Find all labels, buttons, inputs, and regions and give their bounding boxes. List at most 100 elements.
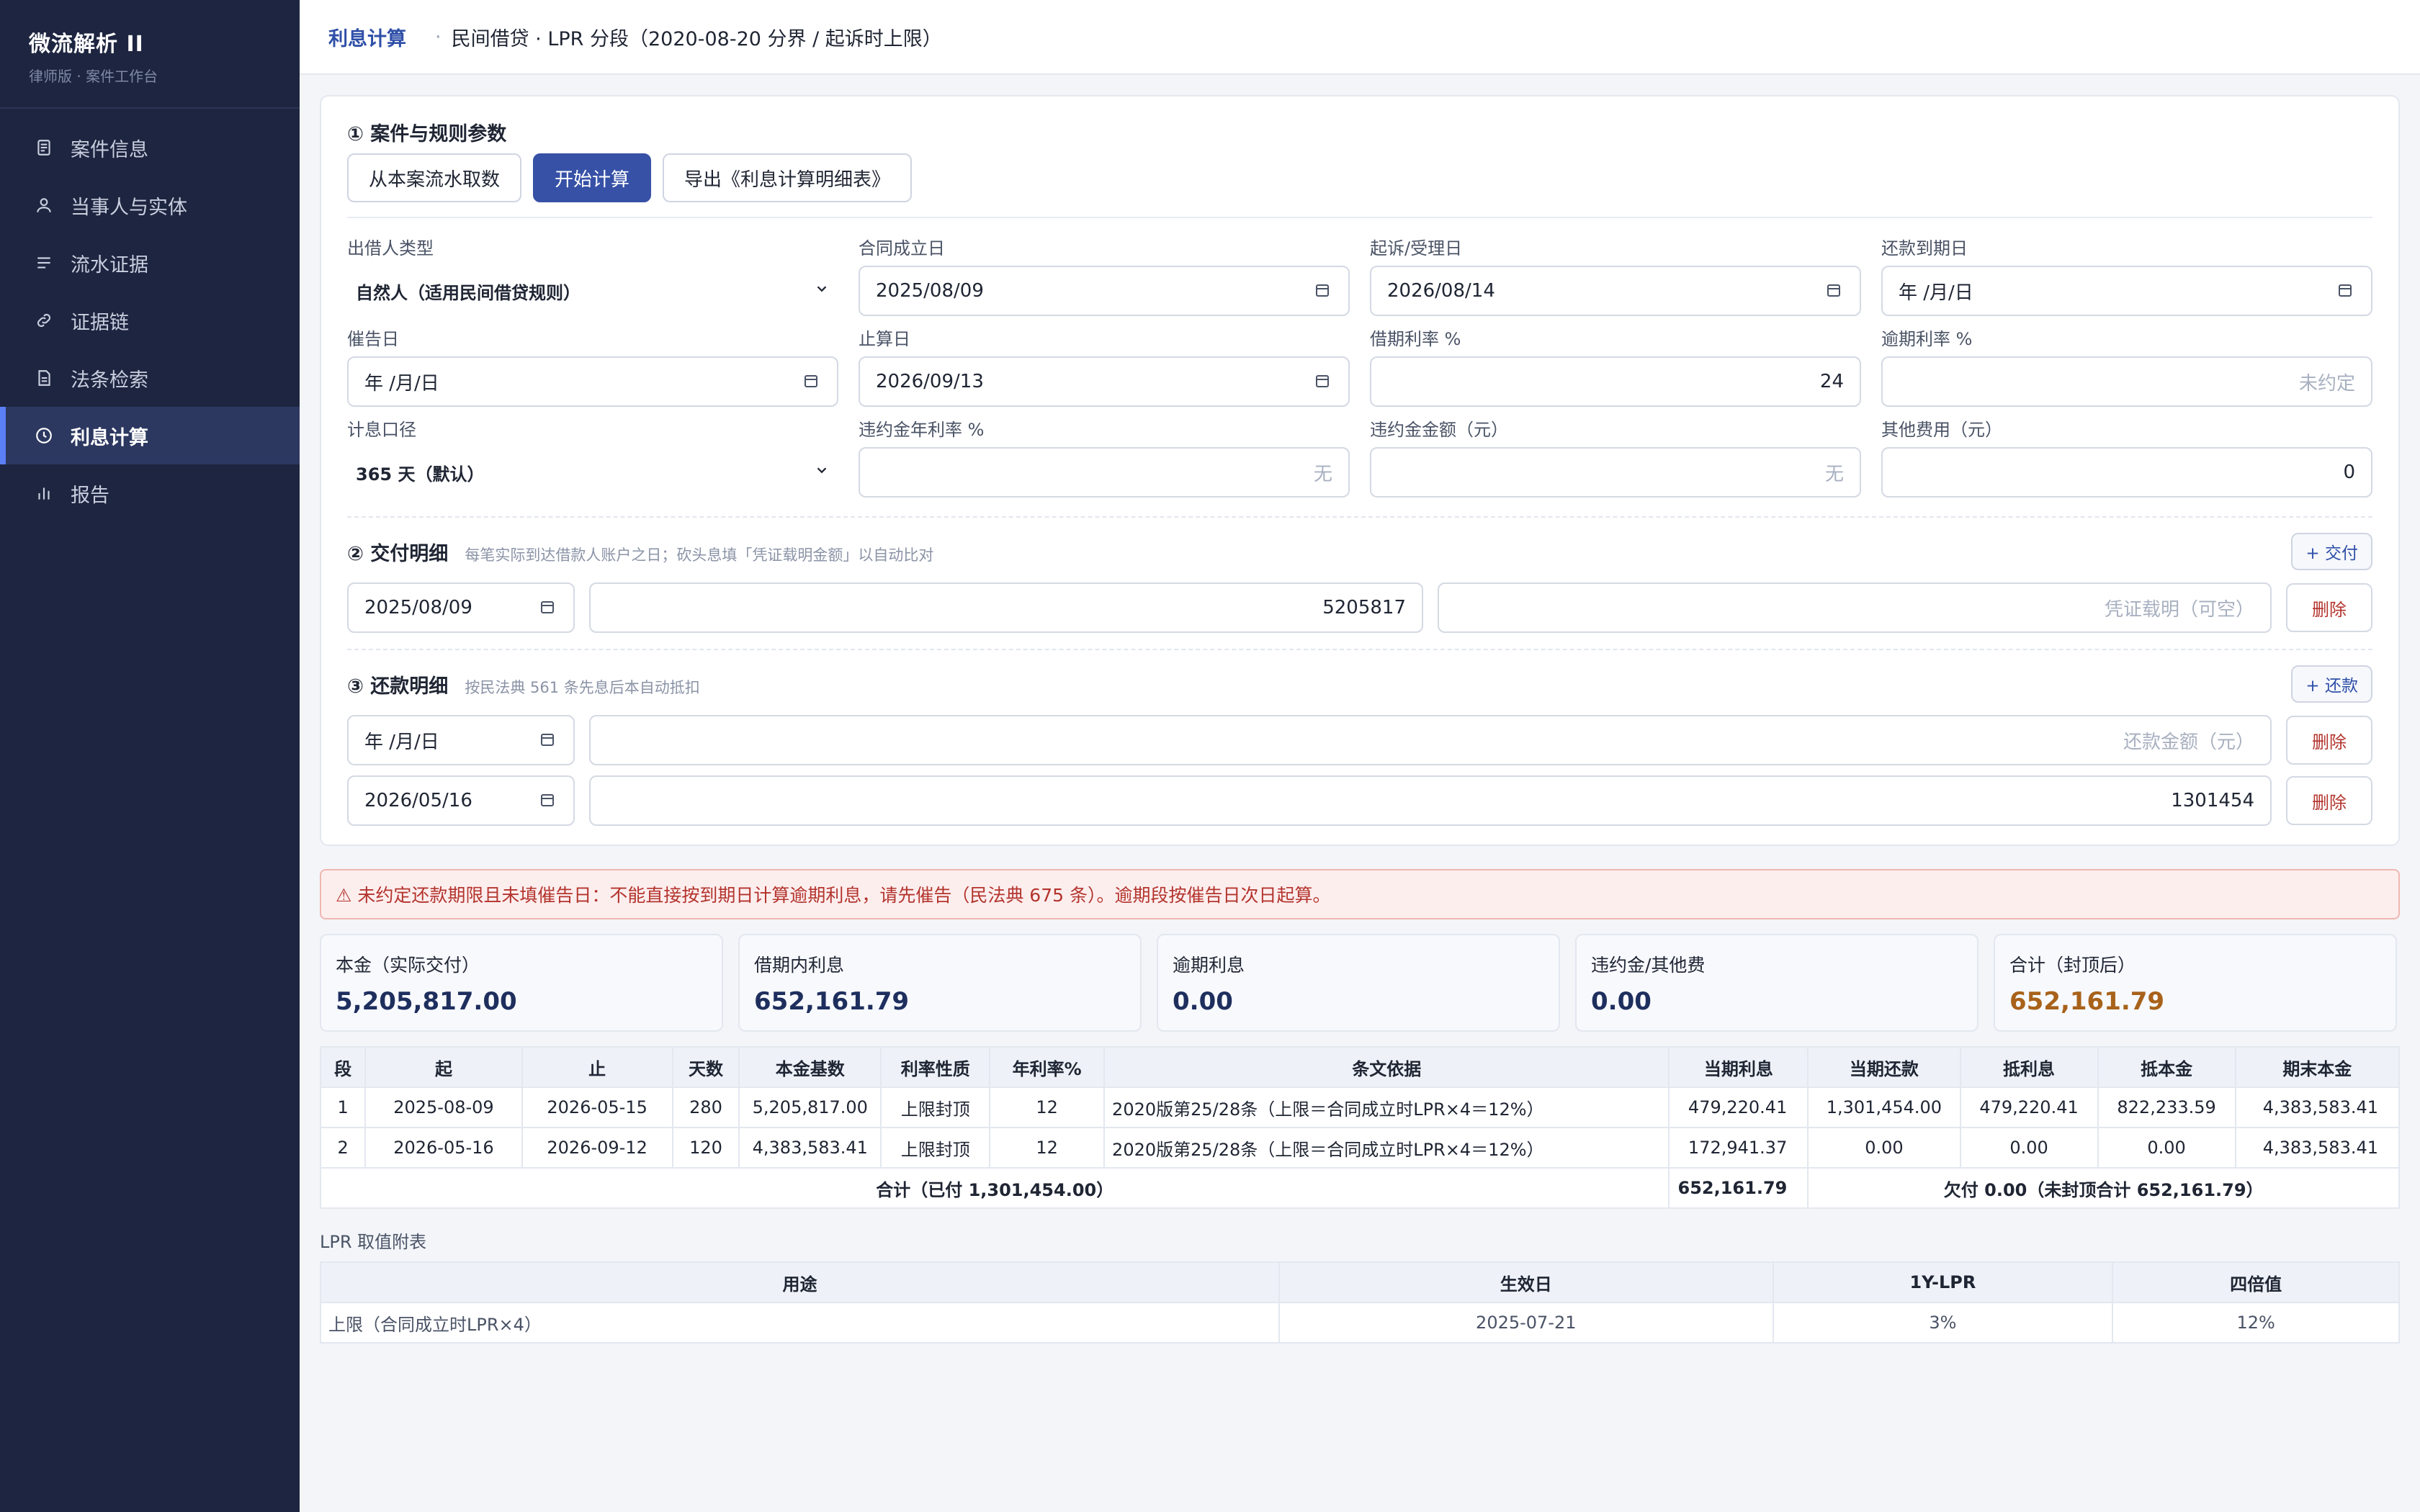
lender-type-select[interactable]: 自然人（适用民间借贷规则）: [347, 266, 838, 316]
table-row: 上限（合同成立时LPR×4） 2025-07-21 3% 12%: [319, 1302, 2400, 1344]
sidebar-item-chain[interactable]: 证据链: [0, 292, 300, 349]
basis-select[interactable]: 365 天（默认）: [347, 447, 838, 498]
sidebar-item-case-info[interactable]: 案件信息: [0, 119, 300, 176]
calendar-icon[interactable]: [2336, 282, 2355, 300]
field-label: 还款到期日: [1881, 238, 1968, 258]
repayment-date-input[interactable]: 年 /月/日: [347, 715, 575, 765]
calendar-icon[interactable]: [539, 731, 557, 750]
field-label: 计息口径: [347, 420, 416, 440]
repayment-amount-input[interactable]: 还款金额（元）: [589, 715, 2272, 765]
table-cell: 120: [671, 1127, 740, 1169]
field-penalty-rate: 违约金年利率 % 无: [859, 417, 1350, 498]
chevron-down-icon: [814, 462, 830, 482]
repayment-date-input[interactable]: 2026/05/16: [347, 775, 575, 826]
table-cell: 12: [989, 1086, 1106, 1128]
delete-button[interactable]: 删除: [2286, 583, 2372, 632]
table-cell: 2026-05-16: [364, 1127, 523, 1169]
table-cell: 4,383,583.41: [2234, 1086, 2401, 1128]
table-header: 当期利息: [1668, 1046, 1809, 1088]
delivery-date-input[interactable]: 2025/08/09: [347, 582, 575, 633]
input-value: 年 /月/日: [1899, 282, 1973, 304]
end-date-input[interactable]: 2026/09/13: [859, 356, 1350, 407]
field-lender-type: 出借人类型 自然人（适用民间借贷规则）: [347, 235, 838, 316]
sidebar-item-interest[interactable]: 利息计算: [0, 407, 300, 464]
demand-date-input[interactable]: 年 /月/日: [347, 356, 838, 407]
rate-input[interactable]: 24: [1370, 356, 1861, 407]
calendar-icon[interactable]: [1314, 282, 1332, 300]
select-value: 自然人（适用民间借贷规则）: [356, 282, 581, 303]
breadcrumb: 利息计算 · 民间借贷 · LPR 分段（2020-08-20 分界 / 起诉时…: [300, 0, 2420, 75]
input-value: 0: [2343, 462, 2355, 483]
table-header-row: 段 起 止 天数 本金基数 利率性质 年利率% 条文依据 当期利息 当期还款 抵…: [319, 1046, 2401, 1088]
select-value: 365 天（默认）: [356, 464, 485, 485]
table-header: 止: [521, 1046, 673, 1088]
input-placeholder: 未约定: [2298, 372, 2355, 395]
field-contract-date: 合同成立日 2025/08/09: [859, 235, 1350, 316]
input-value: 2025/08/09: [364, 597, 472, 618]
due-date-input[interactable]: 年 /月/日: [1881, 266, 2372, 316]
voucher-amount-input[interactable]: 凭证载明（可空）: [1438, 582, 2272, 633]
table-cell: 4,383,583.41: [2234, 1127, 2401, 1169]
delete-button[interactable]: 删除: [2286, 716, 2372, 765]
total-label: 合计（已付 1,301,454.00）: [319, 1167, 1670, 1209]
params-card: ① 案件与规则参数 从本案流水取数 开始计算 导出《利息计算明细表》 出借人类型…: [320, 95, 2400, 846]
other-fee-input[interactable]: 0: [1881, 447, 2372, 498]
page-title[interactable]: 利息计算: [328, 23, 406, 51]
sidebar-item-report[interactable]: 报告: [0, 464, 300, 522]
field-suit-date: 起诉/受理日 2026/08/14: [1370, 235, 1861, 316]
calendar-icon[interactable]: [539, 598, 557, 617]
table-cell: 0.00: [1807, 1127, 1961, 1169]
table-header-row: 用途 生效日 1Y-LPR 四倍值: [319, 1261, 2400, 1303]
stat-total: 合计（封顶后） 652,161.79: [1994, 934, 2397, 1032]
table-header: 当期还款: [1807, 1046, 1961, 1088]
sidebar-item-label: 流水证据: [71, 253, 148, 276]
table-header: 期末本金: [2234, 1046, 2401, 1088]
field-label: 催告日: [347, 329, 399, 349]
table-cell: 上限封顶: [880, 1086, 991, 1128]
section-title-delivery: ② 交付明细: [347, 542, 449, 565]
sidebar-item-parties[interactable]: 当事人与实体: [0, 176, 300, 234]
table-header: 天数: [671, 1046, 740, 1088]
stat-value: 0.00: [1591, 987, 1652, 1016]
start-calc-button[interactable]: 开始计算: [533, 153, 652, 202]
calendar-icon[interactable]: [539, 791, 557, 810]
table-header: 四倍值: [2112, 1261, 2400, 1303]
export-button[interactable]: 导出《利息计算明细表》: [663, 153, 913, 202]
overdue-rate-input[interactable]: 未约定: [1881, 356, 2372, 407]
main-area: 利息计算 · 民间借贷 · LPR 分段（2020-08-20 分界 / 起诉时…: [300, 0, 2420, 1512]
repayment-amount-input[interactable]: 1301454: [589, 775, 2272, 826]
field-other-fee: 其他费用（元） 0: [1881, 417, 2372, 498]
penalty-amount-input[interactable]: 无: [1370, 447, 1861, 498]
table-row: 2 2026-05-16 2026-09-12 120 4,383,583.41…: [319, 1127, 2401, 1169]
calendar-icon[interactable]: [1825, 282, 1844, 300]
list-icon: [35, 253, 53, 272]
delete-button[interactable]: 删除: [2286, 776, 2372, 825]
fetch-from-flow-button[interactable]: 从本案流水取数: [347, 153, 522, 202]
section-hint-repayment: 按民法典 561 条先息后本自动抵扣: [465, 678, 700, 696]
add-delivery-button[interactable]: + 交付: [2291, 533, 2372, 570]
table-header: 生效日: [1278, 1261, 1774, 1303]
field-label: 合同成立日: [859, 238, 945, 258]
stat-penalty: 违约金/其他费 0.00: [1575, 934, 1978, 1032]
calendar-icon[interactable]: [802, 372, 821, 391]
sidebar-item-law-search[interactable]: 法条检索: [0, 349, 300, 407]
table-cell: 479,220.41: [1668, 1086, 1809, 1128]
field-label: 其他费用（元）: [1881, 420, 2002, 440]
table-cell: 3%: [1772, 1302, 2114, 1344]
sidebar-item-evidence[interactable]: 流水证据: [0, 234, 300, 292]
penalty-rate-input[interactable]: 无: [859, 447, 1350, 498]
action-buttons: 从本案流水取数 开始计算 导出《利息计算明细表》: [347, 153, 2372, 218]
stat-principal: 本金（实际交付） 5,205,817.00: [320, 934, 723, 1032]
add-repayment-button[interactable]: + 还款: [2291, 665, 2372, 703]
suit-date-input[interactable]: 2026/08/14: [1370, 266, 1861, 316]
table-row: 1 2025-08-09 2026-05-15 280 5,205,817.00…: [319, 1086, 2401, 1128]
table-cell: 1: [319, 1086, 367, 1128]
table-header: 本金基数: [738, 1046, 882, 1088]
field-rate: 借期利率 % 24: [1370, 326, 1861, 407]
delivery-amount-input[interactable]: 5205817: [589, 582, 1423, 633]
warning-alert: ⚠ 未约定还款期限且未填催告日：不能直接按到期日计算逾期利息，请先催告（民法典 …: [320, 869, 2400, 919]
field-label: 逾期利率 %: [1881, 329, 1973, 349]
contract-date-input[interactable]: 2025/08/09: [859, 266, 1350, 316]
calendar-icon[interactable]: [1314, 372, 1332, 391]
table-header: 起: [364, 1046, 523, 1088]
